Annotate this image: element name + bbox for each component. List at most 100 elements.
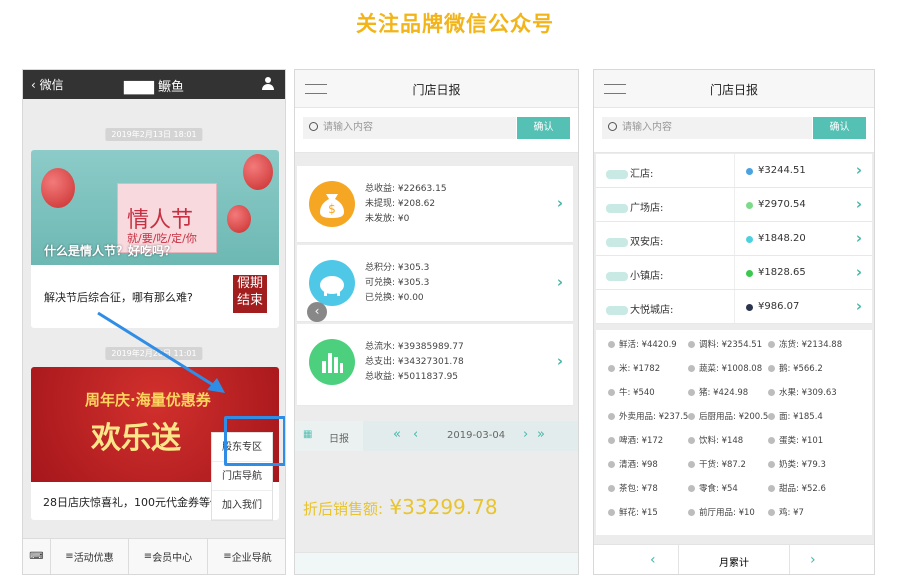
menu-tab-activities[interactable]: ≡ 活动优惠 — [51, 539, 129, 574]
category-item: 调料: ¥2354.51 — [688, 338, 762, 350]
category-dot — [608, 485, 615, 492]
search-input[interactable]: 请输入内容 — [303, 117, 516, 139]
daily-date-bar: ▦ 日报 « ‹ 2019-03-04 › » — [295, 421, 578, 451]
category-dot — [608, 509, 615, 516]
next-day-button[interactable]: › — [523, 427, 528, 442]
discounted-sales: 折后销售额: ¥33299.78 — [303, 495, 498, 519]
category-dot — [608, 365, 615, 372]
store-row[interactable]: 双安店: ¥1848.20 › — [596, 222, 872, 256]
category-item: 茶包: ¥78 — [608, 482, 658, 494]
calendar-icon: ▦ — [303, 429, 313, 440]
money-bag-icon: $ — [309, 181, 355, 227]
category-text: 蛋类: ¥101 — [779, 436, 824, 446]
chevron-right-icon: › — [855, 229, 862, 247]
page-title: 门店日报 — [412, 83, 461, 97]
category-dot — [688, 485, 695, 492]
store-value: ¥2970.54 — [758, 199, 806, 210]
keyboard-toggle[interactable]: ⌨ — [23, 539, 51, 574]
category-item: 牛: ¥540 — [608, 386, 655, 398]
category-text: 面: ¥185.4 — [779, 412, 823, 422]
stat-block-earnings[interactable]: $ 总收益: ¥22663.15 未提现: ¥208.62 未发放: ¥0 › — [297, 166, 573, 243]
category-text: 牛: ¥540 — [619, 388, 655, 398]
valentine-cover-image: 情人节 就/要/吃/定/你 什么是情人节？好吃吗？ — [31, 150, 279, 265]
category-text: 鹅: ¥566.2 — [779, 364, 823, 374]
date-navigator: « ‹ 2019-03-04 › » — [363, 421, 578, 451]
stat-line: 已兑换: ¥0.00 — [365, 293, 424, 303]
chevron-right-icon: › — [855, 195, 862, 213]
category-text: 零食: ¥54 — [699, 484, 738, 494]
carousel-prev-button[interactable]: ‹ — [307, 302, 327, 322]
divider — [734, 290, 735, 323]
category-text: 水果: ¥309.63 — [779, 388, 837, 398]
account-title: ▇▇▇ 鳜鱼 — [123, 80, 185, 95]
pointer-arrow — [97, 311, 225, 393]
store-name: 小镇店: — [630, 271, 664, 282]
user-icon[interactable] — [261, 76, 275, 90]
search-confirm-button[interactable]: 确认 — [517, 117, 570, 139]
stat-block-points[interactable]: 总积分: ¥305.3 可兑换: ¥305.3 已兑换: ¥0.00 › — [297, 245, 573, 322]
search-icon — [608, 122, 617, 131]
chevron-right-icon: › — [855, 263, 862, 281]
chevron-right-icon: › — [556, 352, 563, 370]
store-row[interactable]: 广场店: ¥2970.54 › — [596, 188, 872, 222]
category-dot — [688, 341, 695, 348]
prev-week-button[interactable]: « — [393, 427, 401, 442]
category-text: 米: ¥1782 — [619, 364, 661, 374]
category-dot — [608, 341, 615, 348]
category-dot — [768, 485, 775, 492]
category-text: 蔬菜: ¥1008.08 — [699, 364, 763, 374]
store-value: ¥3244.51 — [758, 165, 806, 176]
category-dot — [768, 461, 775, 468]
store-dot — [746, 202, 753, 209]
menu-tab-label: 活动优惠 — [73, 553, 114, 564]
category-item: 鲜花: ¥15 — [608, 506, 658, 518]
menu-item-join-us[interactable]: 加入我们 — [212, 491, 272, 520]
search-placeholder: 请输入内容 — [622, 122, 672, 133]
page-title: 门店日报 — [709, 83, 758, 97]
category-text: 猪: ¥424.98 — [699, 388, 749, 398]
search-bar: 请输入内容 确认 — [295, 108, 578, 153]
chevron-right-icon: › — [855, 297, 862, 315]
category-dot — [768, 389, 775, 396]
store-value: ¥1828.65 — [758, 267, 806, 278]
store-dot — [746, 236, 753, 243]
balloon-decoration — [243, 154, 273, 190]
category-text: 茶包: ¥78 — [619, 484, 658, 494]
category-dot — [768, 437, 775, 444]
store-row[interactable]: 小镇店: ¥1828.65 › — [596, 256, 872, 290]
highlight-box — [224, 416, 285, 466]
article-card-valentine[interactable]: 情人节 就/要/吃/定/你 什么是情人节？好吃吗？ 解决节后综合征，哪有那么难?… — [31, 150, 279, 328]
category-text: 饮料: ¥148 — [699, 436, 744, 446]
redacted-text — [606, 203, 628, 213]
prev-month-button[interactable]: ‹ — [650, 552, 656, 568]
category-dot — [608, 413, 615, 420]
menu-tab-enterprise[interactable]: ≡ 企业导航 — [208, 539, 285, 574]
wechat-top-bar: ‹ 微信 ▇▇▇ 鳜鱼 — [23, 70, 285, 99]
next-month-button[interactable]: › — [810, 552, 816, 568]
stat-block-turnover[interactable]: 总流水: ¥39385989.77 总支出: ¥34327301.78 总收益: ¥… — [297, 324, 573, 406]
category-item: 甜品: ¥52.6 — [768, 482, 826, 494]
store-row[interactable]: 大悦城店: ¥986.07 › — [596, 290, 872, 324]
store-row[interactable]: 汇店: ¥3244.51 › — [596, 154, 872, 188]
next-week-button[interactable]: » — [537, 427, 545, 442]
current-date: 2019-03-04 — [447, 430, 506, 441]
search-input[interactable]: 请输入内容 — [602, 117, 812, 139]
category-item: 鹅: ¥566.2 — [768, 362, 823, 374]
svg-text:$: $ — [328, 202, 336, 216]
menu-item-store-nav[interactable]: 门店导航 — [212, 462, 272, 491]
sale-label: 折后销售额: — [303, 500, 384, 518]
category-dot — [768, 509, 775, 516]
menu-tab-member[interactable]: ≡ 会员中心 — [129, 539, 208, 574]
menu-tab-label: 企业导航 — [231, 553, 272, 564]
chevron-right-icon: › — [556, 273, 563, 291]
category-item: 冻货: ¥2134.88 — [768, 338, 842, 350]
redacted-text — [606, 305, 628, 315]
sale-value: ¥33299.78 — [389, 495, 498, 519]
store-name: 双安店: — [630, 237, 664, 248]
app-header: 门店日报 — [295, 70, 578, 108]
balloon-decoration — [41, 168, 75, 208]
prev-day-button[interactable]: ‹ — [413, 427, 418, 442]
redacted-text — [606, 169, 628, 179]
search-confirm-button[interactable]: 确认 — [813, 117, 866, 139]
category-item: 鲜活: ¥4420.9 — [608, 338, 677, 350]
